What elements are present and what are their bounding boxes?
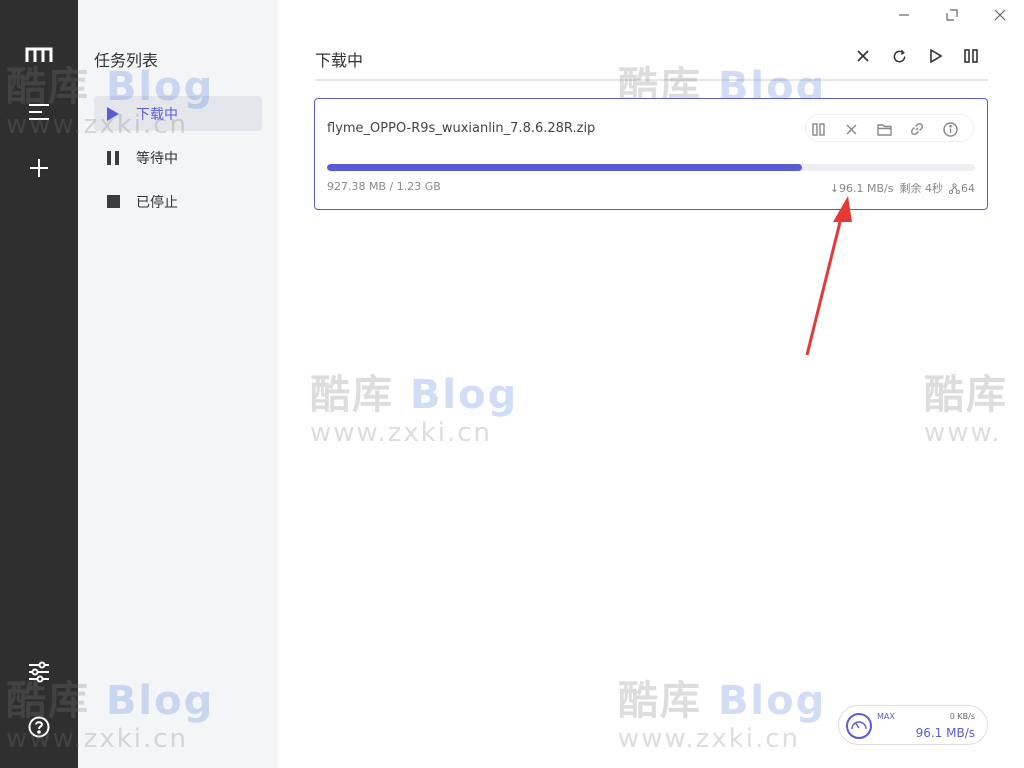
sidebar-item-stopped[interactable]: 已停止 xyxy=(94,184,262,219)
task-remaining: 剩余 4秒 xyxy=(899,182,944,195)
task-filename: flyme_OPPO-R9s_wuxianlin_7.8.6.28R.zip xyxy=(327,121,596,136)
pause-all-icon[interactable] xyxy=(959,44,983,68)
page-title: 下载中 xyxy=(315,51,364,70)
watermark: 酷库 Blog www.zxki.cn xyxy=(310,372,519,448)
sidebar-item-label: 下载中 xyxy=(136,106,178,123)
task-actions xyxy=(805,114,974,142)
task-connections: 64 xyxy=(949,182,975,195)
maximize-icon[interactable] xyxy=(941,4,963,26)
stop-icon xyxy=(106,195,120,209)
refresh-icon[interactable] xyxy=(887,44,911,68)
category-sidebar: 任务列表 下载中 等待中 已停止 xyxy=(78,0,278,768)
progress-bar xyxy=(327,164,975,171)
help-icon[interactable] xyxy=(24,712,54,742)
delete-all-icon[interactable] xyxy=(851,44,875,68)
delete-icon[interactable] xyxy=(840,118,862,140)
task-size: 927.38 MB / 1.23 GB xyxy=(327,180,441,193)
play-icon xyxy=(106,106,120,121)
sidebar-item-waiting[interactable]: 等待中 xyxy=(94,140,262,175)
connections-count: 64 xyxy=(961,181,975,195)
app-logo-icon xyxy=(24,40,54,70)
download-speed: 96.1 MB/s xyxy=(915,726,975,740)
add-task-icon[interactable] xyxy=(24,153,54,183)
folder-icon[interactable] xyxy=(873,118,895,140)
task-speed: ↓96.1 MB/s xyxy=(829,181,894,195)
progress-fill xyxy=(327,164,802,171)
connections-icon xyxy=(949,182,960,194)
pause-icon[interactable] xyxy=(807,118,829,140)
speedometer-gauge-icon xyxy=(846,713,872,739)
watermark: 酷库 www. xyxy=(924,372,1008,448)
settings-icon[interactable] xyxy=(24,657,54,687)
pause-icon xyxy=(106,150,120,165)
resume-all-icon[interactable] xyxy=(924,44,948,68)
task-list-icon[interactable] xyxy=(24,97,54,127)
speedometer[interactable]: MAX 0 KB/s 96.1 MB/s xyxy=(838,705,988,745)
watermark: 酷库 Blog www.zxki.cn xyxy=(618,678,827,754)
link-icon[interactable] xyxy=(906,118,928,140)
sidebar-title: 任务列表 xyxy=(94,51,159,70)
close-window-icon[interactable] xyxy=(989,4,1011,26)
upload-speed: 0 KB/s xyxy=(949,712,975,721)
sidebar-item-label: 等待中 xyxy=(136,150,178,167)
task-item[interactable]: flyme_OPPO-R9s_wuxianlin_7.8.6.28R.zip 9… xyxy=(314,98,988,210)
task-stats: ↓96.1 MB/s 剩余 4秒 64 xyxy=(830,180,975,196)
info-icon[interactable] xyxy=(939,118,961,140)
speedometer-max-label: MAX xyxy=(877,712,895,721)
sidebar-item-downloading[interactable]: 下载中 xyxy=(94,96,262,131)
header-divider xyxy=(315,79,988,81)
left-rail xyxy=(0,0,78,768)
sidebar-item-label: 已停止 xyxy=(136,194,178,211)
minimize-icon[interactable] xyxy=(893,4,915,26)
